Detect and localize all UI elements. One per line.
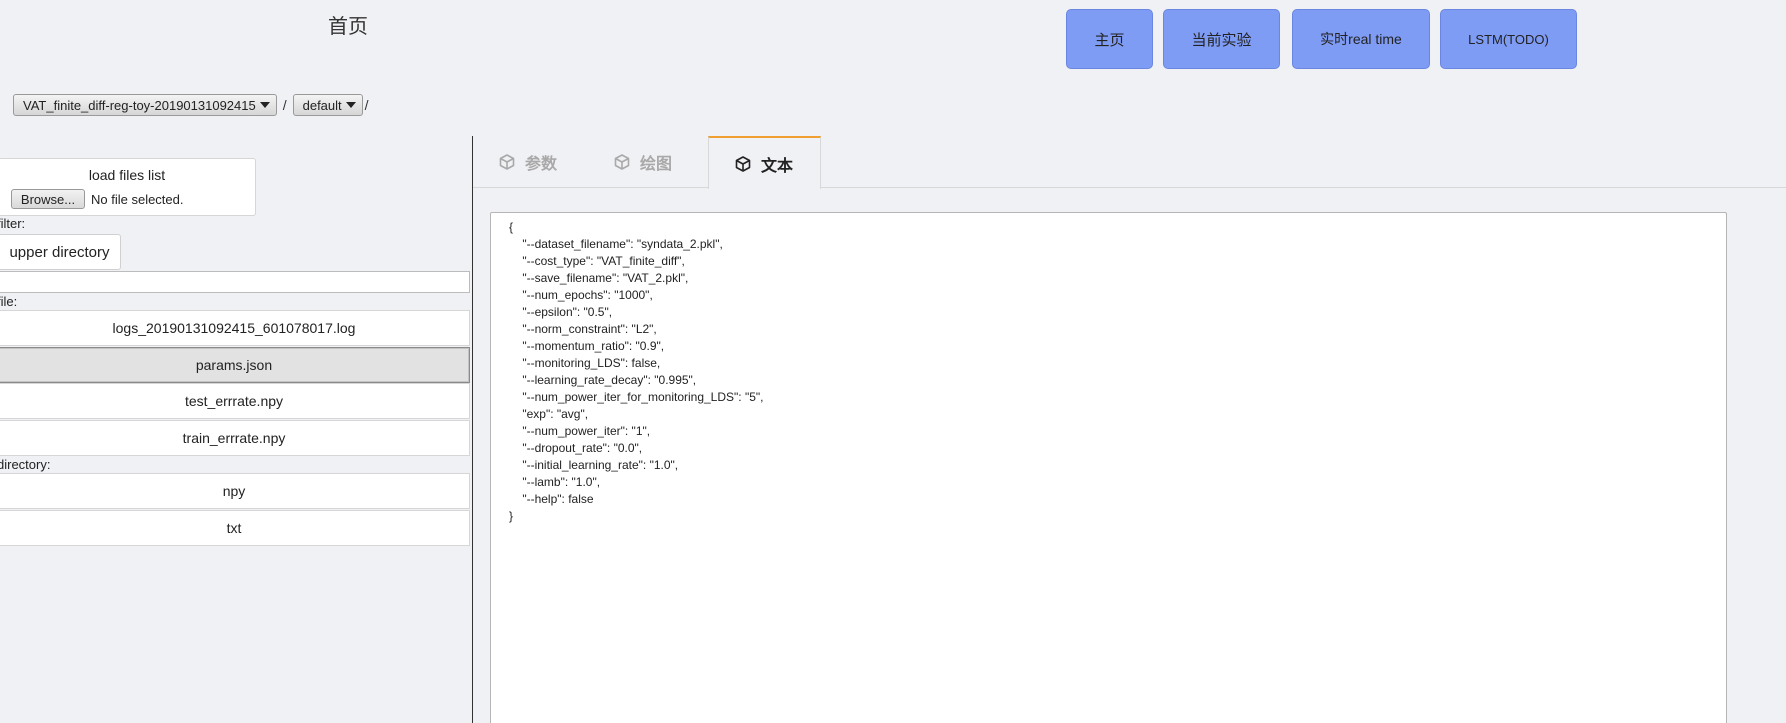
nav-home-button[interactable]: 主页 — [1066, 9, 1153, 69]
chevron-down-icon — [259, 102, 270, 108]
file-input-status: No file selected. — [91, 192, 184, 207]
file-item[interactable]: test_errrate.npy — [0, 383, 470, 419]
file-item[interactable]: train_errrate.npy — [0, 420, 470, 456]
filter-input[interactable] — [0, 271, 470, 293]
chevron-down-icon — [345, 102, 356, 108]
nav-lstm-button[interactable]: LSTM(TODO) — [1440, 9, 1577, 69]
cube-icon — [499, 154, 515, 170]
filter-label: filter: — [0, 216, 26, 231]
directory-item[interactable]: txt — [0, 510, 470, 546]
tab-params[interactable]: 参数 — [499, 136, 599, 188]
app-root: 首页 主页 当前实验 实时real time LSTM(TODO) VAT_fi… — [0, 0, 1786, 723]
breadcrumb-separator: / — [364, 97, 369, 113]
tab-plot-label: 绘图 — [640, 156, 673, 173]
breadcrumb-separator: / — [282, 97, 287, 113]
directory-label: directory: — [0, 457, 51, 472]
upper-directory-button[interactable]: upper directory — [0, 234, 121, 270]
cube-icon — [735, 155, 751, 172]
breadcrumb: VAT_finite_diff-reg-toy-20190131092415 /… — [13, 94, 375, 116]
load-files-box: load files list Browse... No file select… — [0, 158, 256, 216]
file-browser-panel: load files list Browse... No file select… — [0, 136, 472, 723]
file-label: file: — [0, 294, 18, 309]
nav-realtime-button[interactable]: 实时real time — [1292, 9, 1430, 69]
file-item-selected[interactable]: params.json — [0, 347, 470, 383]
experiment-select[interactable]: VAT_finite_diff-reg-toy-20190131092415 — [13, 94, 277, 116]
tab-text[interactable]: 文本 — [708, 136, 821, 189]
text-content-area[interactable]: { "--dataset_filename": "syndata_2.pkl",… — [490, 212, 1727, 723]
view-tabs: 参数 绘图 文本 — [473, 136, 1786, 189]
tab-plot[interactable]: 绘图 — [614, 136, 714, 188]
top-nav: 主页 当前实验 实时real time LSTM(TODO) — [0, 9, 1786, 71]
directory-item[interactable]: npy — [0, 473, 470, 509]
load-files-title: load files list — [88, 167, 166, 183]
cube-icon — [614, 154, 630, 170]
browse-button[interactable]: Browse... — [11, 189, 85, 209]
panel-divider — [472, 136, 473, 723]
subfolder-select[interactable]: default — [292, 94, 363, 116]
subfolder-select-value: default — [302, 97, 342, 113]
experiment-select-value: VAT_finite_diff-reg-toy-20190131092415 — [23, 97, 256, 113]
nav-current-experiment-button[interactable]: 当前实验 — [1163, 9, 1280, 69]
tab-params-label: 参数 — [525, 156, 558, 173]
file-item[interactable]: logs_20190131092415_601078017.log — [0, 310, 470, 346]
tab-text-label: 文本 — [761, 157, 794, 175]
